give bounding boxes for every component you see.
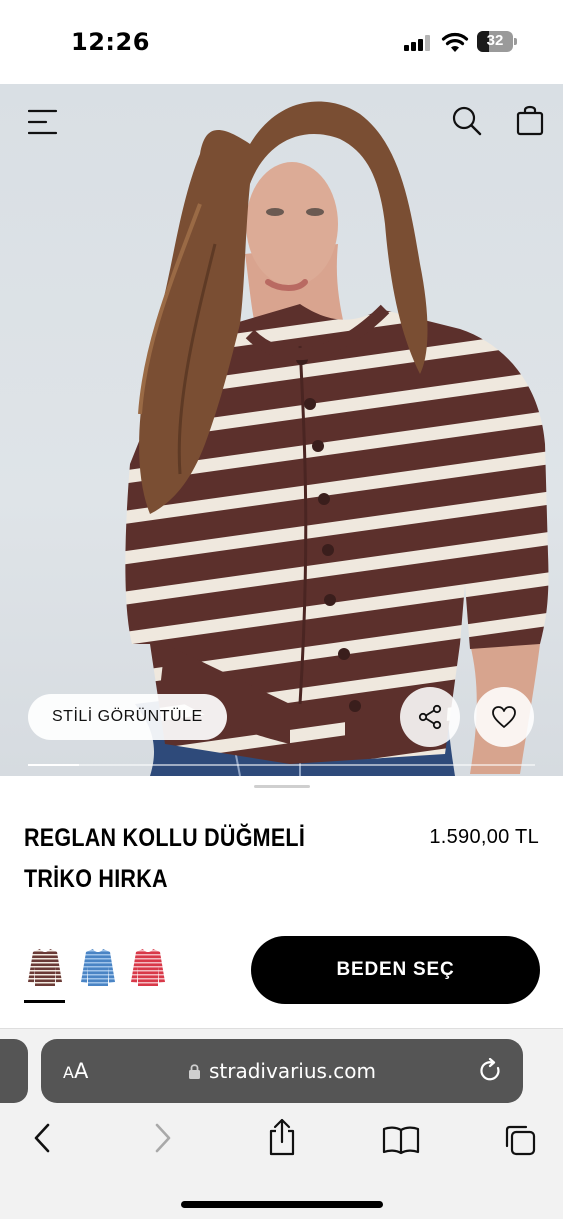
previous-tab-peek[interactable]	[0, 1039, 28, 1103]
address-domain: stradivarius.com	[208, 1059, 377, 1083]
share-square-icon[interactable]	[267, 1117, 297, 1157]
wifi-icon	[441, 32, 469, 52]
tabs-icon[interactable]	[503, 1123, 537, 1157]
share-icon	[418, 704, 442, 730]
home-indicator[interactable]	[181, 1201, 383, 1208]
color-swatch-red[interactable]	[128, 946, 168, 988]
view-style-label: STİLİ GÖRÜNTÜLE	[52, 708, 203, 725]
color-swatch-blue[interactable]	[78, 946, 118, 988]
book-icon[interactable]	[382, 1125, 420, 1155]
reload-icon[interactable]	[479, 1058, 503, 1084]
heart-icon	[492, 706, 516, 728]
address-bar[interactable]: AA stradivarius.com	[41, 1039, 523, 1103]
battery-level: 32	[486, 32, 504, 49]
lock-icon	[188, 1063, 200, 1079]
search-icon[interactable]	[452, 106, 482, 136]
cellular-signal-icon	[404, 35, 432, 51]
chevron-right-icon[interactable]	[153, 1121, 173, 1155]
product-price: 1.590,00 TL	[429, 826, 539, 848]
color-swatch-brown[interactable]	[25, 946, 65, 988]
gallery-progress-fill	[28, 764, 79, 766]
battery-icon: 32	[477, 31, 517, 52]
product-page: 12:26 32 STİLİ GÖRÜNTÜLE REGLAN KOLLU DÜ…	[0, 0, 563, 1219]
chevron-left-icon[interactable]	[32, 1121, 52, 1155]
select-size-label: BEDEN SEÇ	[336, 959, 455, 980]
view-style-button[interactable]: STİLİ GÖRÜNTÜLE	[28, 694, 227, 740]
select-size-button[interactable]: BEDEN SEÇ	[251, 936, 540, 1004]
shopping-bag-icon[interactable]	[516, 104, 544, 136]
browser-toolbar: AA stradivarius.com	[0, 1028, 563, 1219]
status-bar: 12:26 32	[0, 0, 563, 84]
hamburger-menu-icon[interactable]	[28, 108, 58, 136]
product-photo	[125, 101, 549, 776]
product-title: REGLAN KOLLU DÜĞMELİ TRİKO HIRKA	[24, 824, 306, 893]
share-button[interactable]	[400, 687, 460, 747]
status-time: 12:26	[71, 28, 150, 56]
gallery-progress	[28, 764, 535, 766]
selected-swatch-indicator	[24, 1000, 65, 1003]
favorite-button[interactable]	[474, 687, 534, 747]
sheet-grabber[interactable]	[254, 785, 310, 788]
product-info-sheet: REGLAN KOLLU DÜĞMELİ TRİKO HIRKA 1.590,0…	[0, 776, 563, 1028]
address-domain-wrap: stradivarius.com	[41, 1039, 523, 1103]
product-image-gallery[interactable]: STİLİ GÖRÜNTÜLE	[0, 84, 563, 776]
